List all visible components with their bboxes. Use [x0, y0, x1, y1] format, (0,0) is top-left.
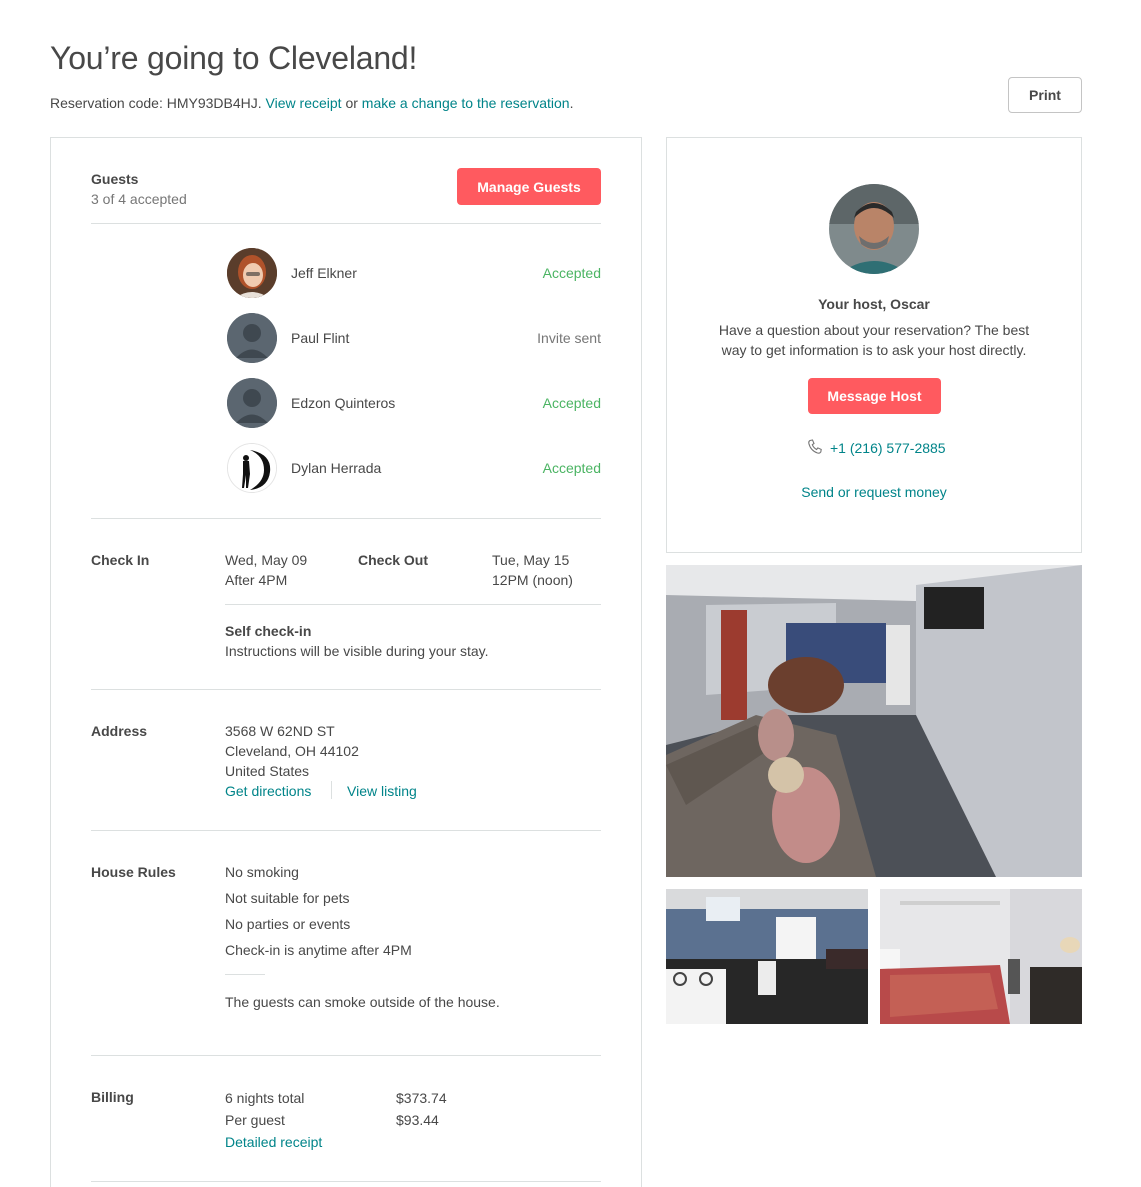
period-text: .: [569, 95, 574, 111]
rule-item: Check-in is anytime after 4PM: [225, 942, 412, 958]
nights-total-value: $373.74: [396, 1090, 447, 1106]
send-request-money-link[interactable]: Send or request money: [667, 484, 1081, 500]
host-title: Your host, Oscar: [818, 296, 930, 312]
address-label: Address: [91, 723, 148, 739]
guests-title: Guests: [91, 171, 139, 187]
address-line3: United States: [225, 763, 310, 779]
self-check-in-title: Self check-in: [225, 623, 312, 639]
message-host-button[interactable]: Message Host: [808, 378, 941, 414]
guest-photo-icon: [227, 248, 277, 298]
rule-note: The guests can smoke outside of the hous…: [225, 994, 500, 1010]
kitchen-photo-icon: [666, 889, 868, 1024]
check-in-date: Wed, May 09: [225, 552, 308, 568]
host-desc-line1: Have a question about your reservation? …: [718, 322, 1030, 338]
make-change-link[interactable]: make a change to the reservation: [362, 95, 570, 111]
check-in-time: After 4PM: [225, 572, 288, 588]
view-listing-link[interactable]: View listing: [347, 783, 417, 799]
guest-name[interactable]: Edzon Quinteros: [291, 395, 395, 411]
divider: [91, 223, 601, 224]
guest-status: Accepted: [542, 460, 601, 476]
divider: [225, 604, 601, 605]
silhouette-logo-icon: [228, 444, 276, 492]
guest-status: Accepted: [542, 265, 601, 281]
divider: [331, 781, 332, 799]
listing-photo-main[interactable]: [666, 565, 1082, 877]
guests-summary: 3 of 4 accepted: [91, 191, 187, 207]
detailed-receipt-link[interactable]: Detailed receipt: [225, 1134, 322, 1150]
check-out-date: Tue, May 15: [492, 552, 570, 568]
check-out-time: 12PM (noon): [492, 572, 573, 588]
default-user-icon: [227, 313, 277, 363]
host-avatar[interactable]: [829, 184, 919, 274]
default-user-icon: [227, 378, 277, 428]
divider: [91, 689, 601, 690]
rule-item: Not suitable for pets: [225, 890, 350, 906]
bedroom-photo-icon: [880, 889, 1082, 1024]
rule-item: No parties or events: [225, 916, 351, 932]
nights-total-label: 6 nights total: [225, 1090, 305, 1106]
view-receipt-link[interactable]: View receipt: [266, 95, 342, 111]
manage-guests-button[interactable]: Manage Guests: [457, 168, 601, 205]
reservation-code: Reservation code: HMY93DB4HJ.: [50, 95, 262, 111]
guest-avatar-dylan[interactable]: [227, 443, 277, 493]
guest-avatar-edzon[interactable]: [227, 378, 277, 428]
guest-name[interactable]: Dylan Herrada: [291, 460, 381, 476]
per-guest-label: Per guest: [225, 1112, 285, 1128]
address-line1: 3568 W 62ND ST: [225, 723, 335, 739]
divider: [91, 1181, 601, 1182]
guest-status: Accepted: [542, 395, 601, 411]
page-title: You’re going to Cleveland!: [50, 40, 418, 76]
guest-status: Invite sent: [537, 330, 601, 346]
or-text: or: [345, 95, 358, 111]
host-desc-line2: way to get information is to ask your ho…: [721, 342, 1027, 358]
reservation-line: Reservation code: HMY93DB4HJ. View recei…: [50, 95, 573, 111]
house-rules-label: House Rules: [91, 864, 176, 880]
divider: [91, 1055, 601, 1056]
per-guest-value: $93.44: [396, 1112, 439, 1128]
living-room-photo-icon: [666, 565, 1082, 877]
reservation-details-card: Guests 3 of 4 accepted Manage Guests Jef…: [50, 137, 642, 1187]
get-directions-link[interactable]: Get directions: [225, 783, 311, 799]
guest-avatar-jeff[interactable]: [227, 248, 277, 298]
host-phone-link[interactable]: +1 (216) 577-2885: [830, 440, 946, 456]
listing-photo-kitchen[interactable]: [666, 889, 868, 1024]
check-in-label: Check In: [91, 552, 150, 568]
divider: [225, 974, 265, 975]
address-line2: Cleveland, OH 44102: [225, 743, 359, 759]
divider: [91, 518, 601, 519]
phone-icon: [807, 439, 823, 455]
guest-name[interactable]: Jeff Elkner: [291, 265, 357, 281]
rule-item: No smoking: [225, 864, 299, 880]
host-card: Your host, Oscar Have a question about y…: [666, 137, 1082, 553]
listing-photo-bedroom[interactable]: [880, 889, 1082, 1024]
check-out-label: Check Out: [358, 552, 429, 568]
print-button[interactable]: Print: [1008, 77, 1082, 113]
guest-avatar-paul[interactable]: [227, 313, 277, 363]
divider: [91, 830, 601, 831]
self-check-in-desc: Instructions will be visible during your…: [225, 643, 489, 659]
host-photo-icon: [829, 184, 919, 274]
guest-name[interactable]: Paul Flint: [291, 330, 349, 346]
billing-label: Billing: [91, 1089, 134, 1105]
